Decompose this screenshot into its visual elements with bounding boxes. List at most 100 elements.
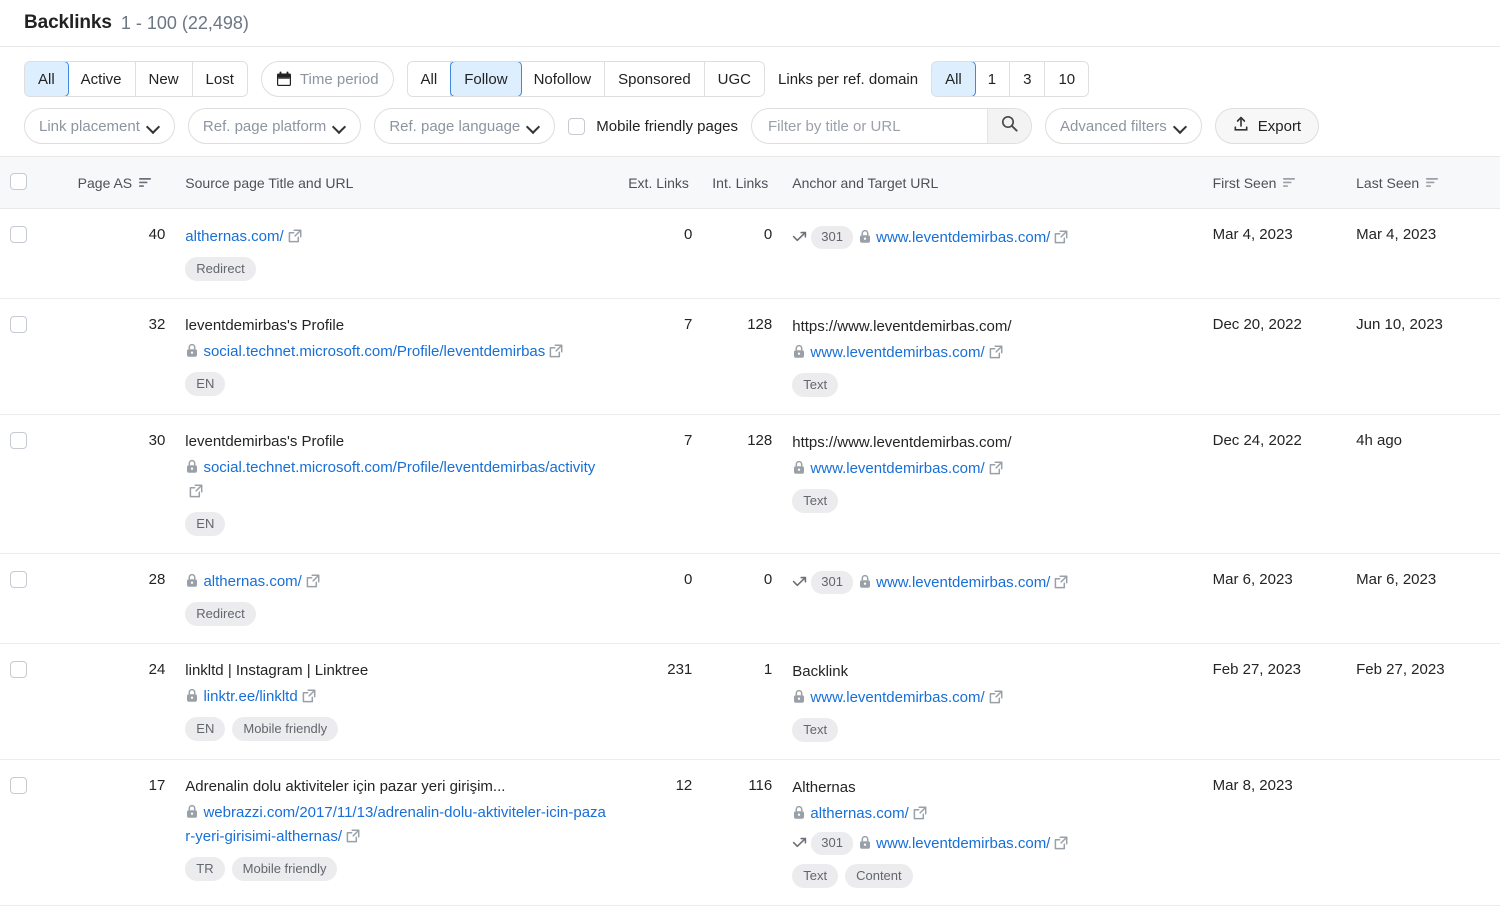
last-seen-cell: Mar 4, 2023	[1346, 208, 1500, 299]
tag: Mobile friendly	[232, 717, 339, 742]
external-link-icon[interactable]	[288, 228, 302, 250]
row-checkbox[interactable]	[10, 316, 27, 333]
status-option-active[interactable]: Active	[67, 62, 136, 96]
external-link-icon[interactable]	[989, 344, 1003, 366]
anchor-text: Backlink	[792, 663, 849, 680]
external-link-icon[interactable]	[1054, 835, 1068, 857]
page-as-cell: 17	[67, 759, 176, 906]
tag: TR	[185, 856, 225, 881]
source-url-line: althernas.com/	[185, 571, 608, 595]
target-url-link[interactable]: www.leventdemirbas.com/	[810, 344, 984, 361]
follow-option-follow[interactable]: Follow	[450, 62, 522, 96]
follow-option-nofollow[interactable]: Nofollow	[520, 62, 606, 96]
chevron-down-icon	[1175, 122, 1187, 130]
tag-list: Text	[792, 717, 1192, 742]
row-checkbox[interactable]	[10, 432, 27, 449]
external-link-icon[interactable]	[913, 805, 927, 827]
checkbox-box[interactable]	[568, 117, 586, 135]
status-option-new[interactable]: New	[135, 62, 193, 96]
source-url-line: webrazzi.com/2017/11/13/adrenalin-dolu-a…	[185, 802, 608, 850]
ext-links-cell: 12	[618, 759, 703, 906]
target-url-link[interactable]: www.leventdemirbas.com/	[810, 460, 984, 477]
source-url-link[interactable]: linktr.ee/linkltd	[203, 688, 297, 705]
external-link-icon[interactable]	[302, 688, 316, 710]
export-button[interactable]: Export	[1214, 108, 1320, 144]
header-source-label: Source page Title and URL	[185, 174, 354, 191]
sort-icon[interactable]	[139, 175, 152, 191]
int-links-cell: 128	[702, 414, 783, 554]
source-url-link[interactable]: althernas.com/	[185, 228, 283, 245]
links-per-domain-label: Links per ref. domain	[778, 70, 919, 88]
target-url-link[interactable]: www.leventdemirbas.com/	[810, 689, 984, 706]
row-checkbox[interactable]	[10, 226, 27, 243]
external-link-icon[interactable]	[306, 573, 320, 595]
target-url-line: www.leventdemirbas.com/	[792, 458, 1192, 482]
first-seen-cell: Dec 24, 2022	[1202, 414, 1347, 554]
row-checkbox[interactable]	[10, 777, 27, 794]
time-period-filter[interactable]: Time period	[260, 61, 394, 97]
advanced-filters-dropdown[interactable]: Advanced filters	[1045, 108, 1202, 144]
follow-option-sponsored[interactable]: Sponsored	[605, 62, 705, 96]
target-url-link[interactable]: www.leventdemirbas.com/	[876, 835, 1050, 852]
source-url-link[interactable]: althernas.com/	[203, 573, 301, 590]
last-seen-cell	[1346, 759, 1500, 906]
target-url-line: 301 www.leventdemirbas.com/	[792, 226, 1192, 251]
target-url-link[interactable]: www.leventdemirbas.com/	[876, 574, 1050, 591]
status-filter-group: All Active New Lost	[24, 61, 248, 97]
source-title: linkltd | Instagram | Linktree	[185, 662, 369, 679]
tag-list: Redirect	[185, 601, 608, 626]
header-int-links-label: Int. Links	[712, 174, 769, 191]
header-page-as[interactable]: Page AS	[67, 156, 176, 209]
anchor-cell: 301 www.leventdemirbas.com/	[782, 553, 1203, 644]
tag-list: Redirect	[185, 256, 608, 281]
int-links-cell: 1	[702, 643, 783, 760]
sort-icon[interactable]	[1283, 175, 1296, 191]
status-option-lost[interactable]: Lost	[192, 62, 247, 96]
link-placement-filter[interactable]: Link placement	[24, 108, 175, 144]
external-link-icon[interactable]	[1054, 229, 1068, 251]
lock-icon	[858, 229, 872, 251]
source-cell: leventdemirbas's Profile social.technet.…	[175, 414, 619, 554]
filter-search-box[interactable]	[751, 108, 1033, 144]
status-option-all[interactable]: All	[24, 62, 69, 96]
links-per-domain-option-10[interactable]: 10	[1045, 62, 1089, 96]
source-url-line: linktr.ee/linkltd	[185, 686, 608, 710]
follow-option-ugc[interactable]: UGC	[704, 62, 765, 96]
links-per-domain-option-all[interactable]: All	[932, 62, 976, 96]
redirect-status-badge: 301	[811, 571, 853, 594]
anchor-cell: 301 www.leventdemirbas.com/	[782, 208, 1203, 299]
search-button[interactable]	[987, 109, 1032, 143]
ref-page-platform-filter[interactable]: Ref. page platform	[187, 108, 362, 144]
follow-option-all[interactable]: All	[407, 62, 452, 96]
external-link-icon[interactable]	[1054, 574, 1068, 596]
mobile-friendly-checkbox[interactable]: Mobile friendly pages	[568, 117, 738, 135]
row-checkbox[interactable]	[10, 571, 27, 588]
external-link-icon[interactable]	[549, 343, 563, 365]
ref-page-language-filter[interactable]: Ref. page language	[374, 108, 556, 144]
header-first-seen[interactable]: First Seen	[1202, 156, 1347, 209]
source-url-link[interactable]: webrazzi.com/2017/11/13/adrenalin-dolu-a…	[185, 804, 606, 845]
external-link-icon[interactable]	[189, 483, 203, 505]
search-input[interactable]	[752, 109, 988, 143]
tag: Mobile friendly	[231, 856, 338, 881]
links-per-domain-option-1[interactable]: 1	[974, 62, 1011, 96]
intermediate-url-link[interactable]: althernas.com/	[810, 805, 908, 822]
external-link-icon[interactable]	[989, 689, 1003, 711]
source-url-link[interactable]: social.technet.microsoft.com/Profile/lev…	[203, 343, 545, 360]
lock-icon	[185, 804, 199, 826]
row-select-cell	[0, 643, 68, 760]
results-count: 1 - 100 (22,498)	[120, 12, 249, 33]
row-select-cell	[0, 759, 68, 906]
sort-icon[interactable]	[1426, 175, 1439, 191]
external-link-icon[interactable]	[989, 460, 1003, 482]
ref-page-language-label: Ref. page language	[389, 117, 521, 135]
source-url-link[interactable]: social.technet.microsoft.com/Profile/lev…	[203, 459, 595, 476]
links-per-domain-option-3[interactable]: 3	[1010, 62, 1046, 96]
redirect-arrow-icon	[792, 835, 808, 857]
redirect-arrow-icon	[792, 574, 808, 596]
header-last-seen[interactable]: Last Seen	[1346, 156, 1500, 209]
external-link-icon[interactable]	[346, 828, 360, 850]
target-url-link[interactable]: www.leventdemirbas.com/	[876, 229, 1050, 246]
select-all-checkbox[interactable]	[10, 172, 27, 190]
row-checkbox[interactable]	[10, 661, 27, 678]
